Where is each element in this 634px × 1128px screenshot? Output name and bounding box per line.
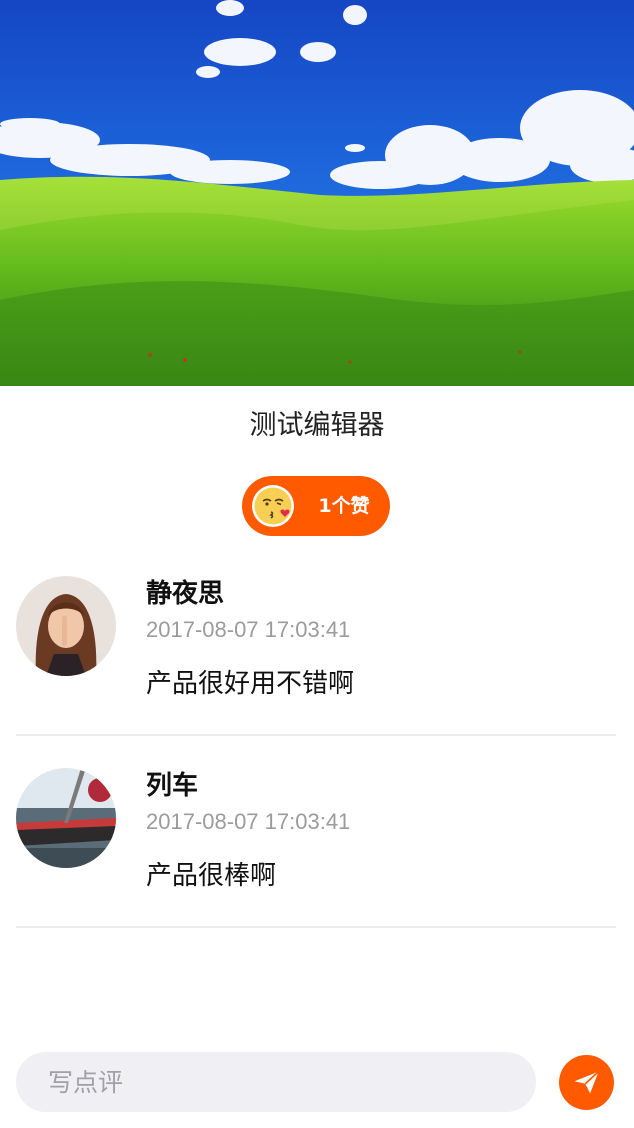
article-title: 测试编辑器 [249, 410, 385, 441]
comment-list: 静夜思 2017-08-07 17:03:41 产品很好用不错啊 列车 2017… [16, 560, 616, 944]
like-button[interactable]: 1个赞 [242, 476, 390, 536]
avatar[interactable] [16, 768, 116, 868]
comment-timestamp: 2017-08-07 17:03:41 [146, 809, 351, 834]
kiss-emoji-icon [251, 484, 295, 528]
comment-text: 产品很好用不错啊 [146, 669, 355, 699]
comment-author: 静夜思 [146, 579, 225, 609]
avatar[interactable] [16, 576, 116, 676]
comment-item: 列车 2017-08-07 17:03:41 产品很棒啊 [16, 752, 616, 928]
comment-timestamp: 2017-08-07 17:03:41 [146, 617, 351, 642]
comment-composer [0, 1040, 634, 1128]
send-button[interactable] [559, 1055, 614, 1110]
hero-landscape-image [0, 0, 634, 386]
comment-item: 静夜思 2017-08-07 17:03:41 产品很好用不错啊 [16, 560, 616, 736]
comment-text: 产品很棒啊 [146, 861, 277, 891]
article-detail-page: 测试编辑器 1个赞 静夜思 2017-08-07 17:03:41 产品很好用不… [0, 0, 634, 1128]
comment-input[interactable] [16, 1052, 536, 1112]
like-count-label: 1个赞 [318, 495, 370, 517]
paper-plane-icon [574, 1070, 600, 1094]
comment-author: 列车 [146, 771, 199, 801]
